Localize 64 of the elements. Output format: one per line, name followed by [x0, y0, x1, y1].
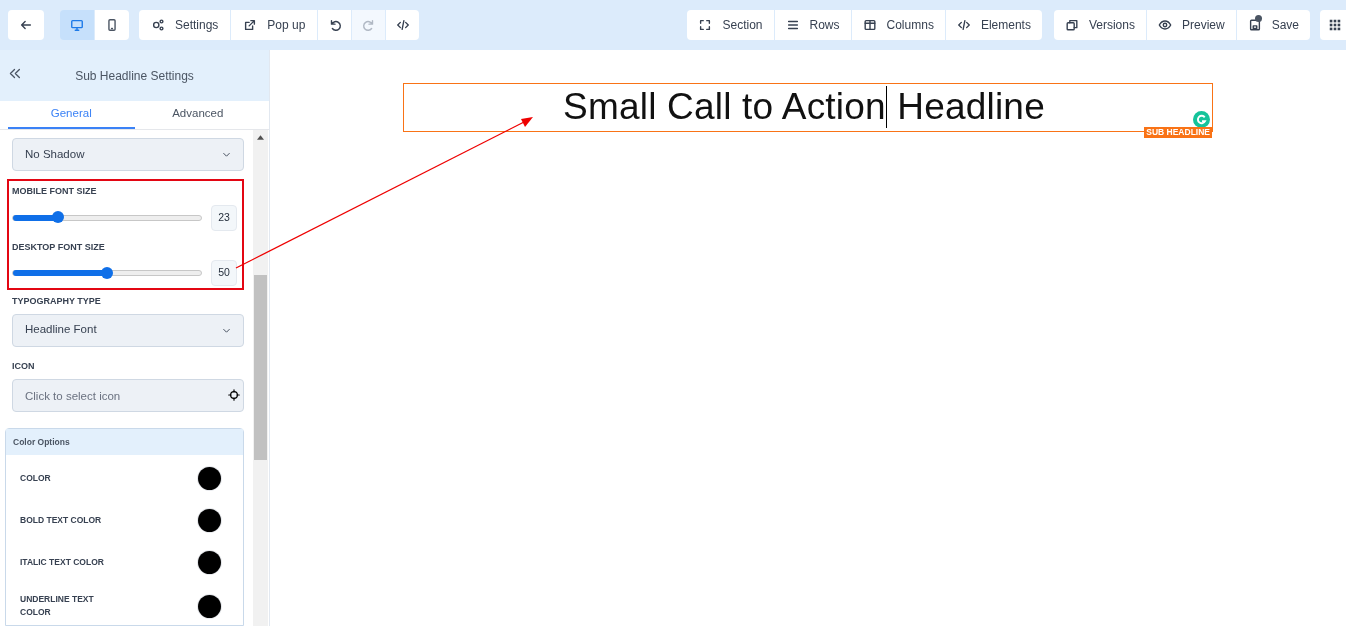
field-label: DESKTOP FONT SIZE: [12, 240, 106, 254]
double-chevron-left-icon: [8, 67, 21, 80]
settings-button[interactable]: Settings: [139, 10, 231, 40]
number-field[interactable]: 50: [211, 260, 237, 286]
chevron-down-icon: [222, 150, 231, 159]
desktop-view-button[interactable]: [60, 10, 94, 40]
typography-select[interactable]: Headline Font: [12, 313, 244, 347]
undo-button[interactable]: [318, 10, 352, 40]
shadow-select[interactable]: No Shadow: [12, 138, 244, 171]
slider-track[interactable]: [12, 214, 202, 221]
collapse-button[interactable]: [8, 67, 21, 80]
section-header: Color Options: [6, 429, 243, 455]
settings-tab[interactable]: General: [8, 101, 135, 129]
number-field[interactable]: 23: [211, 204, 237, 231]
settings-tab[interactable]: Advanced: [134, 101, 261, 129]
stacked-windows-icon: [1064, 18, 1079, 32]
menu-icon: [785, 18, 800, 32]
preview-button[interactable]: Preview: [1146, 10, 1236, 40]
icon-picker-field[interactable]: Click to select icon: [12, 379, 244, 412]
color-label: COLOR: [20, 472, 52, 485]
scrollbar-thumb[interactable]: [254, 275, 267, 460]
mobile-view-button[interactable]: [95, 10, 129, 40]
rows-button[interactable]: Rows: [774, 10, 851, 40]
grid-icon: [1328, 18, 1342, 32]
back-arrow-icon: [19, 18, 33, 32]
versions-button[interactable]: Versions: [1053, 10, 1146, 40]
mobile-phone-icon: [105, 18, 119, 32]
field-label: MOBILE FONT SIZE: [12, 185, 98, 198]
color-swatch[interactable]: [198, 594, 221, 618]
elements-button[interactable]: Elements: [945, 10, 1042, 40]
color-swatch[interactable]: [198, 509, 221, 532]
field-label: TYPOGRAPHY TYPE: [12, 295, 102, 308]
desktop-icon: [70, 18, 84, 32]
grammar-check-icon: [1193, 111, 1210, 128]
color-label: BOLD TEXT COLOR: [20, 514, 103, 527]
field-label: ICON: [12, 359, 36, 373]
redo-icon: [361, 18, 376, 32]
color-label: UNDERLINE TEXT COLOR: [20, 593, 95, 619]
slider-thumb[interactable]: [52, 211, 65, 223]
settings-icon: [151, 18, 165, 32]
section-corners-icon: [698, 18, 713, 32]
eye-icon: [1157, 18, 1172, 32]
color-label: ITALIC TEXT COLOR: [20, 556, 105, 569]
columns-button[interactable]: Columns: [851, 10, 945, 40]
external-link-icon: [243, 18, 258, 32]
save-button[interactable]: Save: [1236, 10, 1310, 40]
crosshair-icon: [228, 389, 240, 401]
headline-text: Small Call to Action Headline: [563, 84, 1045, 130]
scroll-up-icon: [257, 135, 264, 140]
code-button[interactable]: [386, 10, 420, 40]
color-swatch[interactable]: [198, 467, 221, 490]
columns-icon: [862, 18, 877, 32]
code-icon: [395, 18, 410, 32]
element-tag: SUB HEADLINE: [1144, 127, 1212, 138]
panel-title: Sub Headline Settings: [74, 67, 195, 85]
code-icon: [956, 18, 971, 32]
apps-grid-button[interactable]: [1320, 10, 1346, 40]
slider-track[interactable]: [12, 270, 202, 276]
popup-button[interactable]: Pop up: [231, 10, 318, 40]
back-button[interactable]: [8, 10, 44, 40]
color-swatch[interactable]: [198, 551, 221, 574]
scrollbar[interactable]: [253, 130, 268, 626]
section-button[interactable]: Section: [687, 10, 774, 40]
slider-thumb[interactable]: [101, 266, 113, 279]
